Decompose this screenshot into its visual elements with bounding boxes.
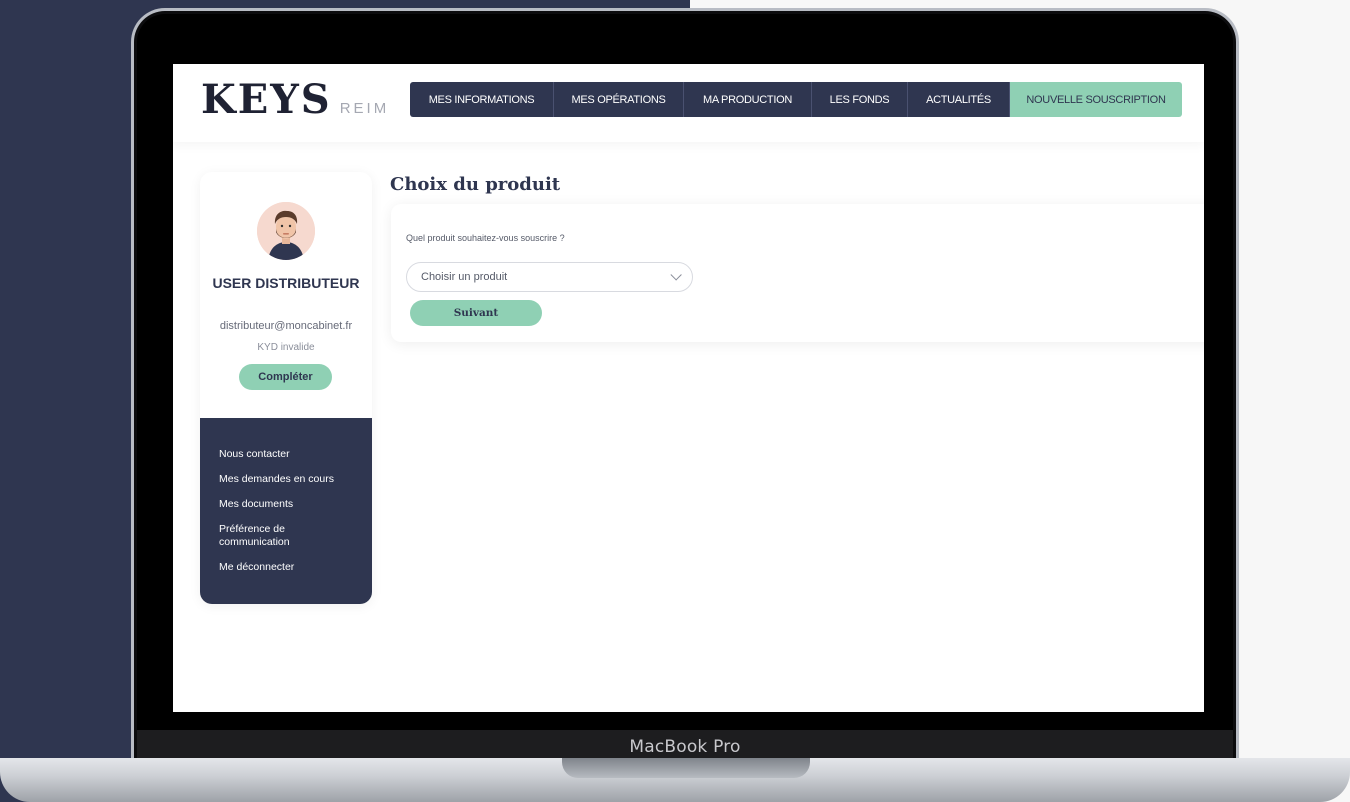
user-email: distributeur@moncabinet.fr <box>219 320 353 332</box>
nav-ma-production[interactable]: MA PRODUCTION <box>684 82 812 117</box>
logo-sub-text: REIM <box>339 100 390 117</box>
sidebar-item-contact[interactable]: Nous contacter <box>219 448 349 461</box>
main-nav: MES INFORMATIONS MES OPÉRATIONS MA PRODU… <box>410 82 1182 117</box>
sidebar-item-communication[interactable]: Préférence de communication <box>219 523 349 549</box>
nav-les-fonds[interactable]: LES FONDS <box>812 82 908 117</box>
sidebar-item-requests[interactable]: Mes demandes en cours <box>219 473 349 486</box>
nav-nouvelle-souscription[interactable]: NOUVELLE SOUSCRIPTION <box>1010 82 1182 117</box>
product-selection-card: Quel produit souhaitez-vous souscrire ? … <box>391 204 1204 342</box>
user-name: USER DISTRIBUTEUR <box>212 275 360 291</box>
nav-mes-operations[interactable]: MES OPÉRATIONS <box>554 82 684 117</box>
next-button[interactable]: Suivant <box>410 300 542 326</box>
app-header: KEYS REIM MES INFORMATIONS MES OPÉRATION… <box>173 64 1204 142</box>
nav-mes-informations[interactable]: MES INFORMATIONS <box>410 82 554 117</box>
nav-actualites[interactable]: ACTUALITÉS <box>908 82 1010 117</box>
profile-sidebar: USER DISTRIBUTEUR distributeur@moncabine… <box>200 172 372 604</box>
sidebar-menu: Nous contacter Mes demandes en cours Mes… <box>200 418 372 604</box>
laptop-screen: KEYS REIM MES INFORMATIONS MES OPÉRATION… <box>173 64 1204 712</box>
product-select[interactable]: Choisir un produit <box>406 262 693 292</box>
product-question-label: Quel produit souhaitez-vous souscrire ? <box>406 233 565 243</box>
keys-logo[interactable]: KEYS REIM <box>201 80 389 120</box>
laptop-notch <box>562 758 810 778</box>
kyd-status: KYD invalide <box>257 342 315 353</box>
device-label: MacBook Pro <box>629 737 741 757</box>
page-title: Choix du produit <box>390 174 561 195</box>
logo-main-text: KEYS <box>201 76 332 123</box>
chevron-down-icon <box>670 269 682 281</box>
sidebar-item-logout[interactable]: Me déconnecter <box>219 561 349 574</box>
complete-profile-button[interactable]: Compléter <box>239 364 332 390</box>
product-select-value: Choisir un produit <box>421 271 508 283</box>
user-avatar-icon <box>257 202 315 260</box>
sidebar-item-documents[interactable]: Mes documents <box>219 498 349 511</box>
